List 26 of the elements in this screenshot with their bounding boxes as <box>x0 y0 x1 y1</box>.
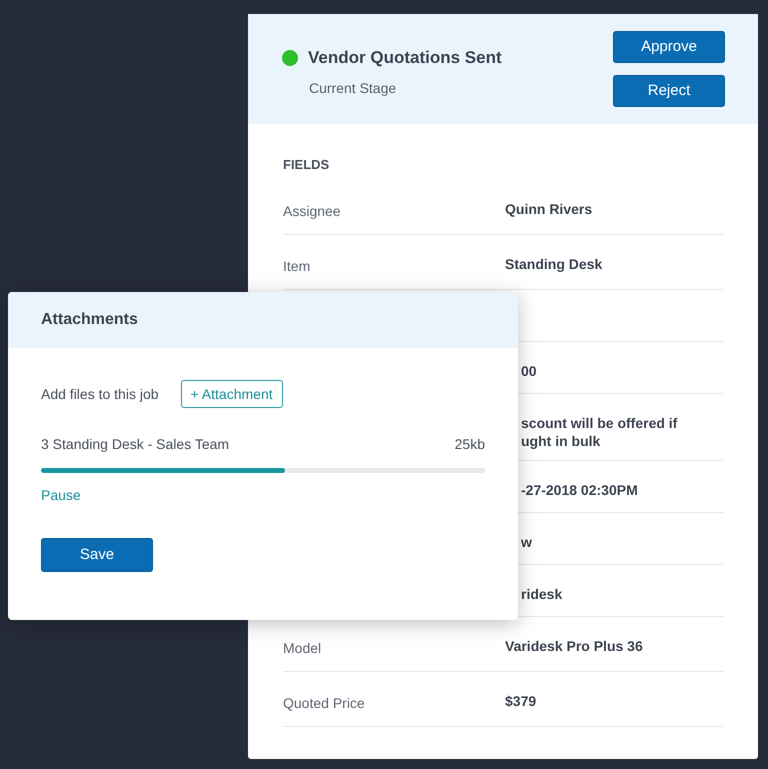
save-button[interactable]: Save <box>41 538 153 572</box>
field-value: scount will be offered if <box>521 414 678 432</box>
add-attachment-button[interactable]: + Attachment <box>180 380 283 408</box>
field-value: 00 <box>521 362 537 380</box>
field-value: $379 <box>505 692 536 710</box>
field-value: Quinn Rivers <box>505 200 592 218</box>
field-label: Assignee <box>283 203 341 219</box>
field-value: w <box>521 533 532 551</box>
panel-title: Attachments <box>41 310 138 330</box>
pause-link[interactable]: Pause <box>41 485 81 506</box>
field-value: Standing Desk <box>505 255 602 273</box>
field-value: -27-2018 02:30PM <box>521 481 638 499</box>
stage-subtitle: Current Stage <box>309 78 398 98</box>
action-button[interactable]: Reject <box>613 75 725 107</box>
stage-title: Vendor Quotations Sent <box>308 47 502 69</box>
file-name: 3 Standing Desk - Sales Team <box>41 435 230 454</box>
field-value: ught in bulk <box>521 432 602 450</box>
file-size: 25kb <box>454 435 485 454</box>
field-value: ridesk <box>521 585 562 603</box>
field-value: Varidesk Pro Plus 36 <box>505 637 643 655</box>
action-button[interactable]: Approve <box>613 31 725 63</box>
section-heading: FIELDS <box>283 156 330 174</box>
field-label: Item <box>283 258 310 274</box>
attach-prompt: Add files to this job <box>41 384 159 404</box>
field-label: Quoted Price <box>283 695 365 711</box>
field-label: Model <box>283 640 322 656</box>
